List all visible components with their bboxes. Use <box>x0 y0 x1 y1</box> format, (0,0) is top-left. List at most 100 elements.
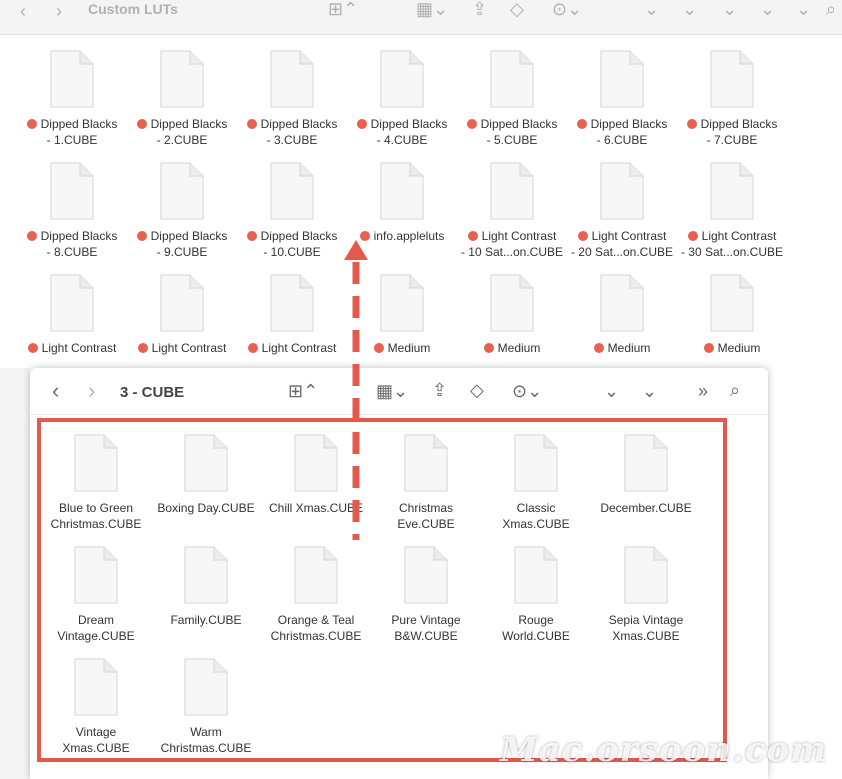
file-item[interactable]: Dipped Blacks - 9.CUBE <box>127 162 237 260</box>
group-icon[interactable]: ▦⌄ <box>416 0 448 18</box>
red-tag-icon <box>246 119 257 129</box>
file-item[interactable]: Dipped Blacks - 1.CUBE <box>17 50 127 148</box>
file-item[interactable]: Dipped Blacks - 2.CUBE <box>127 50 237 148</box>
arrow-head <box>344 240 368 260</box>
file-name-line1: Dipped Blacks <box>700 117 778 131</box>
more-icon[interactable]: ⊙⌄ <box>512 382 542 400</box>
file-item[interactable]: Medium <box>567 274 677 356</box>
red-tag-icon <box>136 119 147 129</box>
group-icon[interactable]: ▦⌄ <box>376 382 408 400</box>
file-name-line2: - 5.CUBE <box>486 133 538 147</box>
file-name: Dipped Blacks - 9.CUBE <box>127 228 237 260</box>
red-tag-icon <box>27 343 38 353</box>
document-icon <box>710 274 754 332</box>
search-icon[interactable]: ⌕ <box>826 0 836 18</box>
expand-icon[interactable]: » <box>698 382 708 400</box>
file-name: Dipped Blacks - 4.CUBE <box>347 116 457 148</box>
more-icon[interactable]: ⊙⌄ <box>552 0 582 18</box>
grid-view-icon[interactable]: ⊞⌃ <box>288 382 318 400</box>
file-name: Light Contrast - 10 Sat...on.CUBE <box>457 228 567 260</box>
search-icon[interactable]: ⌕ <box>730 381 740 399</box>
file-name: Medium <box>457 340 567 356</box>
file-name-line2: - 20 Sat...on.CUBE <box>570 245 674 259</box>
file-name-line1: Dipped Blacks <box>480 117 558 131</box>
red-tag-icon <box>373 343 384 353</box>
file-name-line1: Light Contrast <box>261 341 337 355</box>
share-icon[interactable]: ⇪ <box>472 0 487 18</box>
file-name-line2: - 8.CUBE <box>46 245 98 259</box>
red-tag-icon <box>577 231 588 241</box>
file-name: Dipped Blacks - 1.CUBE <box>17 116 127 148</box>
file-item[interactable]: Dipped Blacks - 8.CUBE <box>17 162 127 260</box>
chevron-down-icon[interactable]: ⌄ <box>722 0 737 18</box>
file-name-line2: - 6.CUBE <box>596 133 648 147</box>
red-tag-icon <box>703 343 714 353</box>
back-arrow-icon[interactable]: ‹ <box>20 2 26 20</box>
tag-icon[interactable]: ◇ <box>470 381 484 399</box>
file-item[interactable]: Dipped Blacks - 5.CUBE <box>457 50 567 148</box>
file-name-line2: - 10.CUBE <box>263 245 321 259</box>
file-item[interactable]: Light Contrast - 20 Sat...on.CUBE <box>567 162 677 260</box>
file-item[interactable]: Light Contrast - 10 Sat...on.CUBE <box>457 162 567 260</box>
document-icon <box>490 162 534 220</box>
file-item[interactable]: Dipped Blacks - 7.CUBE <box>677 50 787 148</box>
back-window-edge <box>768 368 842 779</box>
red-tag-icon <box>247 343 258 353</box>
red-tag-icon <box>26 231 37 241</box>
file-name-line2: - 9.CUBE <box>156 245 208 259</box>
file-name-line2: - 7.CUBE <box>706 133 758 147</box>
red-tag-icon <box>593 343 604 353</box>
file-item[interactable]: Light Contrast <box>17 274 127 356</box>
red-tag-icon <box>483 343 494 353</box>
file-name: Medium <box>677 340 787 356</box>
file-name-line2: - 30 Sat...on.CUBE <box>680 245 784 259</box>
document-icon <box>600 162 644 220</box>
document-icon <box>490 274 534 332</box>
red-tag-icon <box>246 231 257 241</box>
file-name: Dipped Blacks - 6.CUBE <box>567 116 677 148</box>
file-item[interactable]: Light Contrast - 30 Sat...on.CUBE <box>677 162 787 260</box>
red-tag-icon <box>137 343 148 353</box>
document-icon <box>490 50 534 108</box>
file-item[interactable]: Light Contrast <box>127 274 237 356</box>
forward-arrow-icon[interactable]: › <box>88 380 95 402</box>
forward-arrow-icon[interactable]: › <box>56 2 62 20</box>
tag-icon[interactable]: ◇ <box>510 0 524 18</box>
grid-view-icon[interactable]: ⊞⌃ <box>328 0 358 18</box>
chevron-down-icon[interactable]: ⌄ <box>760 0 775 18</box>
share-icon[interactable]: ⇪ <box>432 381 447 399</box>
document-icon <box>380 50 424 108</box>
file-name-line1: Medium <box>387 341 431 355</box>
document-icon <box>270 162 314 220</box>
file-name: Light Contrast <box>127 340 237 356</box>
document-icon <box>50 162 94 220</box>
file-item[interactable]: info.appleluts <box>347 162 457 244</box>
file-item[interactable]: Medium <box>677 274 787 356</box>
file-item[interactable]: Light Contrast <box>237 274 347 356</box>
window-title: Custom LUTs <box>88 1 178 17</box>
file-name-line1: Medium <box>717 341 761 355</box>
file-item[interactable]: Dipped Blacks - 10.CUBE <box>237 162 347 260</box>
file-name-line1: Dipped Blacks <box>40 229 118 243</box>
file-item[interactable]: Medium <box>457 274 567 356</box>
file-name-line1: Dipped Blacks <box>370 117 448 131</box>
file-name-line1: Light Contrast <box>481 229 557 243</box>
file-item[interactable]: Dipped Blacks - 6.CUBE <box>567 50 677 148</box>
file-item[interactable]: Dipped Blacks - 4.CUBE <box>347 50 457 148</box>
chevron-down-icon[interactable]: ⌄ <box>796 0 811 18</box>
dashed-arrow-annotation <box>344 240 368 540</box>
file-name-line1: Medium <box>607 341 651 355</box>
document-icon <box>50 274 94 332</box>
chevron-down-icon[interactable]: ⌄ <box>604 382 619 400</box>
red-tag-icon <box>356 119 367 129</box>
document-icon <box>380 162 424 220</box>
chevron-down-icon[interactable]: ⌄ <box>644 0 659 18</box>
file-name-line1: info.appleluts <box>373 229 445 243</box>
file-item[interactable]: Dipped Blacks - 3.CUBE <box>237 50 347 148</box>
chevron-down-icon[interactable]: ⌄ <box>682 0 697 18</box>
front-toolbar: ‹ › 3 - CUBE ⊞⌃ ▦⌄ ⇪ ◇ ⊙⌄ ⌄ ⌄ » ⌕ <box>30 368 768 415</box>
chevron-down-icon[interactable]: ⌄ <box>642 382 657 400</box>
back-arrow-icon[interactable]: ‹ <box>52 380 59 402</box>
file-name: Light Contrast <box>237 340 347 356</box>
file-name-line1: Dipped Blacks <box>260 117 338 131</box>
